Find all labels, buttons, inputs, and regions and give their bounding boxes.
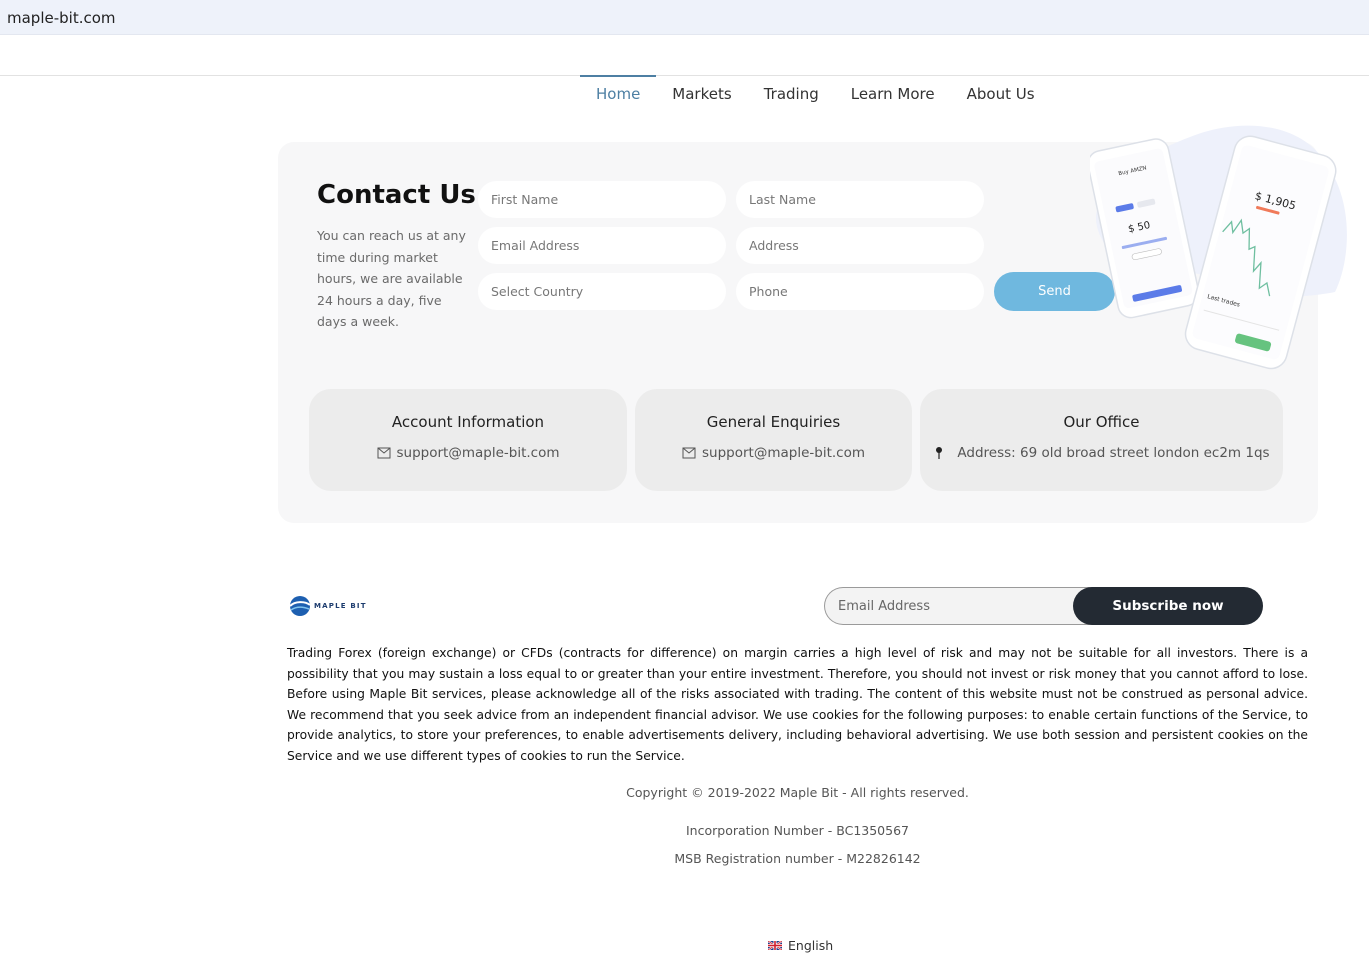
nav-home[interactable]: Home — [580, 75, 657, 112]
contact-description: You can reach us at any time during mark… — [317, 228, 466, 329]
globe-logo-icon — [289, 596, 311, 616]
mail-icon — [377, 447, 390, 459]
maple-bit-logo[interactable]: MAPLE BIT — [289, 595, 367, 617]
main-nav: Home Markets Trading Learn More About Us — [580, 75, 1051, 116]
language-label: English — [788, 938, 834, 953]
location-pin-icon — [936, 447, 943, 459]
subscribe-button[interactable]: Subscribe now — [1073, 587, 1263, 625]
card-title: Our Office — [1063, 413, 1140, 431]
email-input[interactable] — [478, 227, 726, 264]
nav-learn-more[interactable]: Learn More — [835, 76, 951, 112]
enquiries-email-link[interactable]: support@maple-bit.com — [702, 445, 865, 461]
risk-disclaimer: Trading Forex (foreign exchange) or CFDs… — [287, 646, 1308, 763]
incorporation-number: Incorporation Number - BC1350567 — [686, 823, 909, 838]
card-title: General Enquiries — [706, 413, 841, 431]
browser-address-bar[interactable]: maple-bit.com — [0, 0, 1369, 35]
phone-input[interactable] — [736, 273, 984, 310]
account-information-card: Account Information support@maple-bit.co… — [309, 389, 627, 491]
msb-registration-number: MSB Registration number - M22826142 — [674, 851, 921, 866]
office-address: Address: 69 old broad street london ec2m… — [957, 445, 1270, 461]
logo-text: MAPLE BIT — [314, 602, 367, 610]
country-select[interactable] — [478, 273, 726, 310]
subscribe-email-input[interactable] — [824, 587, 1114, 625]
uk-flag-icon — [768, 941, 782, 950]
nav-trading[interactable]: Trading — [748, 76, 835, 112]
general-enquiries-card: General Enquiries support@maple-bit.com — [635, 389, 912, 491]
first-name-input[interactable] — [478, 181, 726, 218]
phone-mockup-image: Buy AMZN $ 50 $ 1,905 Last trades — [1090, 125, 1347, 370]
mail-icon — [682, 447, 696, 459]
language-selector[interactable]: English — [768, 938, 833, 953]
card-title: Account Information — [391, 413, 545, 431]
account-email-link[interactable]: support@maple-bit.com — [397, 445, 560, 461]
last-name-input[interactable] — [736, 181, 984, 218]
copyright-text: Copyright © 2019-2022 Maple Bit - All ri… — [626, 785, 969, 800]
contact-title: Contact Us — [317, 180, 476, 210]
url-text: maple-bit.com — [7, 9, 116, 27]
nav-markets[interactable]: Markets — [656, 76, 747, 112]
nav-about-us[interactable]: About Us — [951, 76, 1051, 112]
our-office-card: Our Office Address: 69 old broad street … — [920, 389, 1283, 491]
address-input[interactable] — [736, 227, 984, 264]
